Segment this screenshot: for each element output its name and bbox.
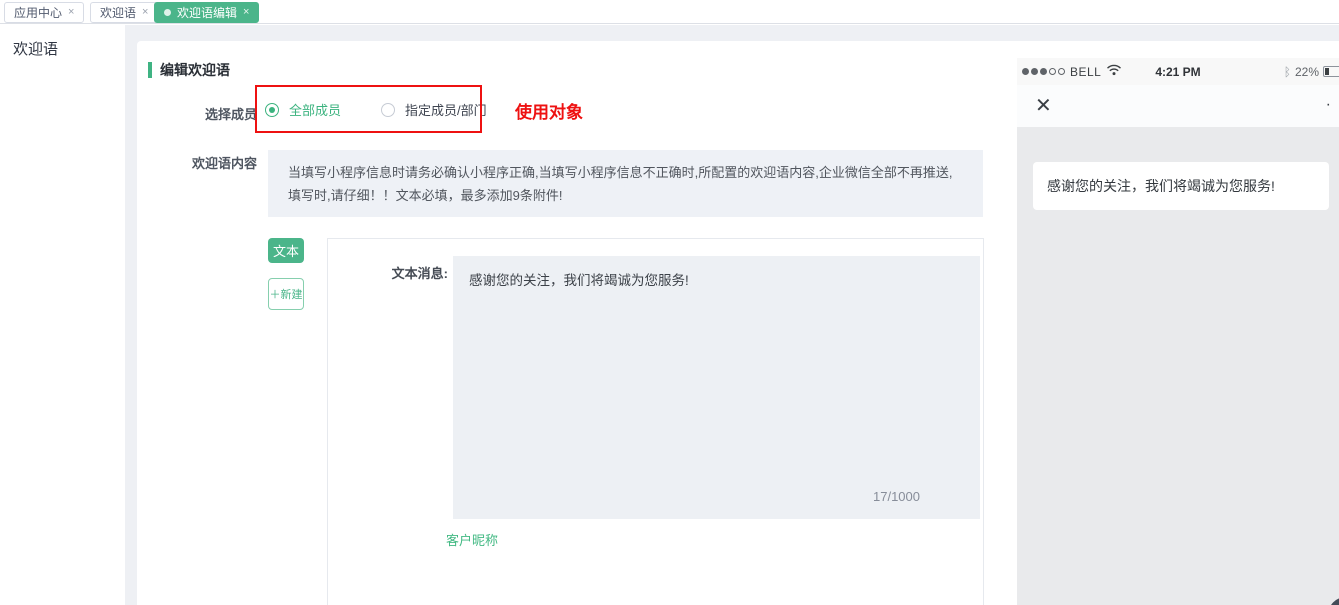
tab-label: 应用中心: [14, 4, 62, 21]
add-new-button[interactable]: ＋新建: [268, 278, 304, 310]
floating-widget-button[interactable]: [1328, 597, 1339, 605]
more-menu-icon: ·: [1326, 96, 1331, 114]
sidebar-item-welcome[interactable]: 欢迎语: [13, 38, 58, 59]
radio-all-members[interactable]: 全部成员: [265, 100, 341, 119]
message-textarea[interactable]: 感谢您的关注，我们将竭诚为您服务!: [453, 256, 980, 519]
member-select-label: 选择成员: [195, 104, 257, 123]
chat-message-bubble: 感谢您的关注，我们将竭诚为您服务!: [1033, 162, 1329, 210]
section-title: 编辑欢迎语: [160, 60, 230, 80]
message-panel: 文本消息: 感谢您的关注，我们将竭诚为您服务! 17/1000 客户昵称: [327, 238, 984, 605]
welcome-content-label: 欢迎语内容: [168, 153, 257, 172]
close-icon: ✕: [1035, 93, 1052, 118]
tab-bar: 应用中心 × 欢迎语 × 欢迎语编辑 ×: [0, 0, 1339, 24]
char-counter: 17/1000: [873, 489, 920, 504]
tab-welcome-edit[interactable]: 欢迎语编辑 ×: [154, 2, 259, 23]
notice-line-2: 填写时,请仔细！！文本必填，最多添加9条附件!: [288, 184, 963, 207]
section-header: 编辑欢迎语: [148, 60, 230, 80]
phone-nav-bar: ✕ ·: [1017, 85, 1339, 127]
battery-icon: [1323, 66, 1339, 77]
close-icon[interactable]: ×: [142, 7, 148, 18]
message-label: 文本消息:: [388, 263, 448, 282]
radio-label[interactable]: 全部成员: [289, 100, 341, 119]
text-type-tab[interactable]: 文本: [268, 238, 304, 263]
battery-percent-label: 22%: [1295, 65, 1319, 79]
customer-nickname-link[interactable]: 客户昵称: [446, 530, 498, 549]
screen: 应用中心 × 欢迎语 × 欢迎语编辑 × 欢迎语 编辑欢迎语 选择成员 全部成员: [0, 0, 1339, 605]
phone-preview: BELL 4:21 PM ᛒ 22% ✕ · 感谢您的关注，我们将竭诚为您服务!: [1017, 58, 1339, 605]
section-accent-bar: [148, 62, 152, 78]
phone-status-bar: BELL 4:21 PM ᛒ 22%: [1017, 58, 1339, 85]
status-right-group: ᛒ 22%: [1284, 65, 1339, 79]
bluetooth-icon: ᛒ: [1284, 65, 1291, 79]
close-icon[interactable]: ×: [243, 7, 249, 18]
close-icon[interactable]: ×: [68, 7, 74, 18]
radio-specific-members[interactable]: 指定成员/部门: [381, 100, 487, 119]
active-dot-icon: [164, 9, 171, 16]
tab-app-center[interactable]: 应用中心 ×: [4, 2, 84, 23]
tab-welcome[interactable]: 欢迎语 ×: [90, 2, 158, 23]
sidebar: 欢迎语: [0, 25, 125, 605]
annotation-text: 使用对象: [515, 98, 583, 123]
radio-icon[interactable]: [381, 103, 395, 117]
radio-label[interactable]: 指定成员/部门: [405, 100, 487, 119]
phone-chat-area: 感谢您的关注，我们将竭诚为您服务!: [1017, 127, 1339, 605]
tab-label: 欢迎语编辑: [177, 4, 237, 21]
tab-label: 欢迎语: [100, 4, 136, 21]
member-radio-group: 全部成员 指定成员/部门: [265, 100, 487, 119]
radio-icon[interactable]: [265, 103, 279, 117]
notice-box: 当填写小程序信息时请务必确认小程序正确,当填写小程序信息不正确时,所配置的欢迎语…: [268, 150, 983, 217]
notice-line-1: 当填写小程序信息时请务必确认小程序正确,当填写小程序信息不正确时,所配置的欢迎语…: [288, 161, 963, 184]
